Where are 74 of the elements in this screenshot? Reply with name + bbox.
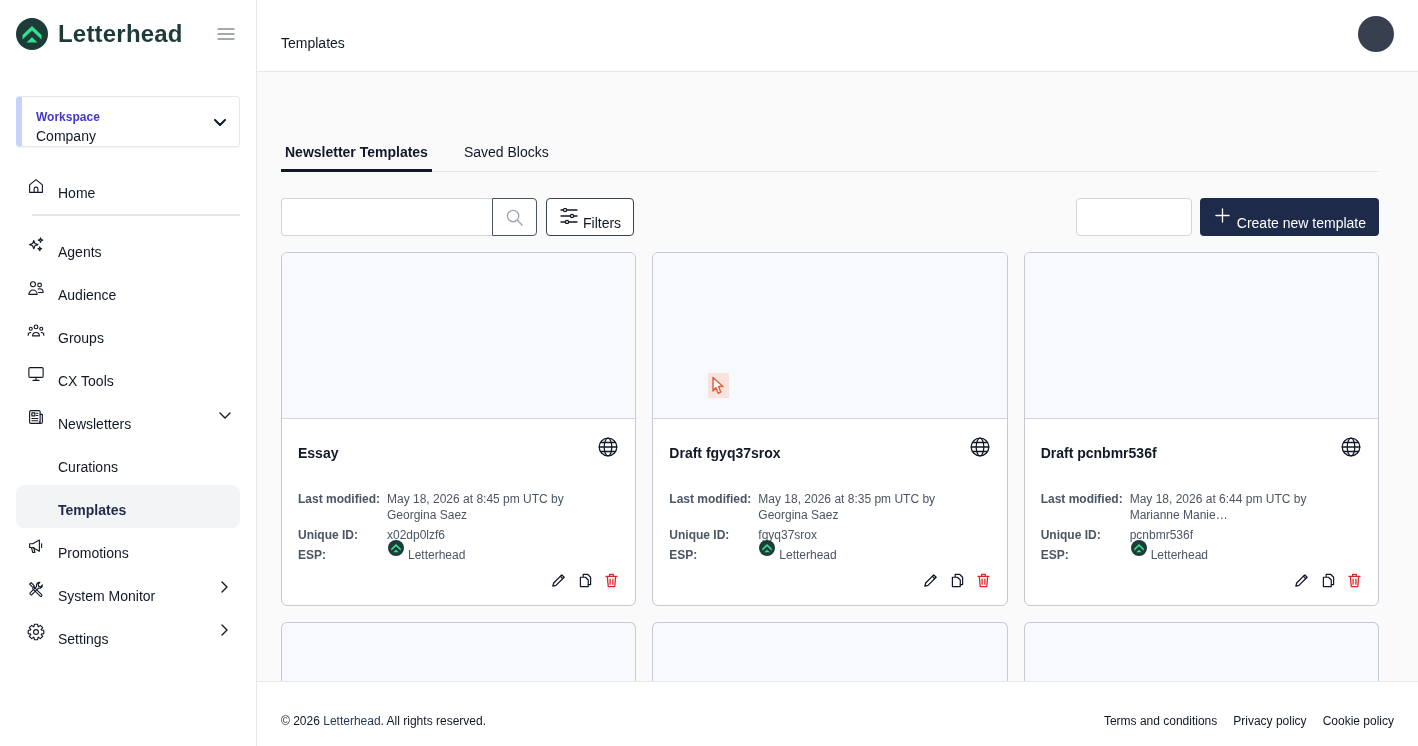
- field-label: Last modified:: [1040, 491, 1124, 508]
- trash-icon[interactable]: [605, 572, 619, 588]
- nav-item[interactable]: Agents: [16, 227, 240, 270]
- nav-item[interactable]: Home: [16, 168, 240, 211]
- footer-link[interactable]: Cookie policy: [1322, 713, 1394, 729]
- copyright-text: © 2026 Letterhead. All rights reserved.: [281, 713, 486, 729]
- nav-subitem[interactable]: Curations: [16, 442, 240, 485]
- nav-item[interactable]: Promotions: [16, 528, 240, 571]
- field-value: Letterhead: [408, 547, 466, 563]
- field-label: Unique ID:: [669, 527, 731, 543]
- field-label: Unique ID:: [1040, 527, 1102, 543]
- field-label: Unique ID:: [298, 527, 359, 543]
- copy-icon[interactable]: [950, 572, 964, 588]
- footer-link[interactable]: Privacy policy: [1233, 713, 1307, 729]
- copy-icon[interactable]: [1322, 572, 1335, 588]
- nav-item[interactable]: Newsletters: [16, 399, 240, 442]
- card-title: Draft fgyq37srox: [669, 444, 781, 462]
- megaphone-icon: [27, 537, 45, 555]
- field-value: May 18, 2026 at 6:44 pm UTC by Marianne Manie…: [1129, 491, 1308, 523]
- card-title: Draft pcnbmr536f: [1040, 444, 1157, 462]
- workspace-value: Company: [36, 128, 97, 145]
- field-value: Letterhead: [779, 547, 837, 563]
- monitor-icon: [27, 365, 45, 383]
- create-button[interactable]: Create new template: [1199, 198, 1379, 236]
- pencil-icon[interactable]: [1294, 572, 1309, 588]
- field-label: ESP:: [298, 547, 327, 563]
- nav-item[interactable]: Settings: [16, 614, 240, 657]
- filters-button[interactable]: Filters: [546, 198, 635, 236]
- tools-icon: [27, 580, 45, 598]
- users-icon: [27, 279, 45, 297]
- group-icon: [27, 322, 45, 340]
- avatar[interactable]: [1358, 16, 1394, 52]
- field-label: ESP:: [669, 547, 699, 563]
- tab[interactable]: Saved Blocks: [459, 136, 553, 172]
- home-icon: [27, 177, 45, 195]
- footer-link[interactable]: Letterhead: [323, 714, 381, 728]
- pencil-icon[interactable]: [922, 572, 938, 588]
- field-value: Letterhead: [1150, 547, 1209, 563]
- field-label: ESP:: [1040, 547, 1070, 563]
- sliders-icon: [560, 208, 578, 224]
- search-button[interactable]: [492, 198, 537, 236]
- nav-item[interactable]: Audience: [16, 270, 240, 313]
- settings-icon: [27, 623, 45, 641]
- newspaper-icon: [27, 408, 45, 426]
- field-value: fgyq37srox: [758, 527, 819, 543]
- nav-item[interactable]: Groups: [16, 313, 240, 356]
- nav-subitem[interactable]: Templates: [16, 485, 240, 528]
- field-value: x02dp0lzf6: [387, 527, 447, 543]
- nav-item[interactable]: System Monitor: [16, 571, 240, 614]
- sparkles-icon: [27, 236, 45, 254]
- trash-icon[interactable]: [976, 572, 990, 588]
- card-title: Essay: [298, 444, 339, 462]
- workspace-select[interactable]: Workspace Company: [16, 96, 240, 147]
- trash-icon[interactable]: [1348, 572, 1361, 588]
- input-field[interactable]: [1075, 198, 1192, 236]
- chevron-down-icon: [214, 119, 226, 126]
- search-field[interactable]: [281, 198, 492, 236]
- logo-icon: [388, 540, 404, 556]
- tab[interactable]: Newsletter Templates: [281, 136, 432, 172]
- brand-name: Letterhead: [58, 20, 183, 48]
- logo-icon: [759, 540, 776, 556]
- nav-item[interactable]: CX Tools: [16, 356, 240, 399]
- workspace-label: Workspace: [36, 109, 100, 125]
- footer-link[interactable]: Terms and conditions: [1103, 713, 1218, 729]
- logo-icon: [16, 18, 48, 50]
- logo-icon: [1130, 540, 1147, 556]
- plus-icon: [1214, 208, 1230, 223]
- copy-icon[interactable]: [579, 572, 593, 588]
- field-label: Last modified:: [298, 491, 381, 508]
- page-title: Templates: [281, 35, 345, 52]
- search-icon: [506, 208, 523, 226]
- field-value: pcnbmr536f: [1129, 527, 1195, 543]
- pencil-icon[interactable]: [551, 572, 567, 588]
- field-label: Last modified:: [669, 491, 753, 508]
